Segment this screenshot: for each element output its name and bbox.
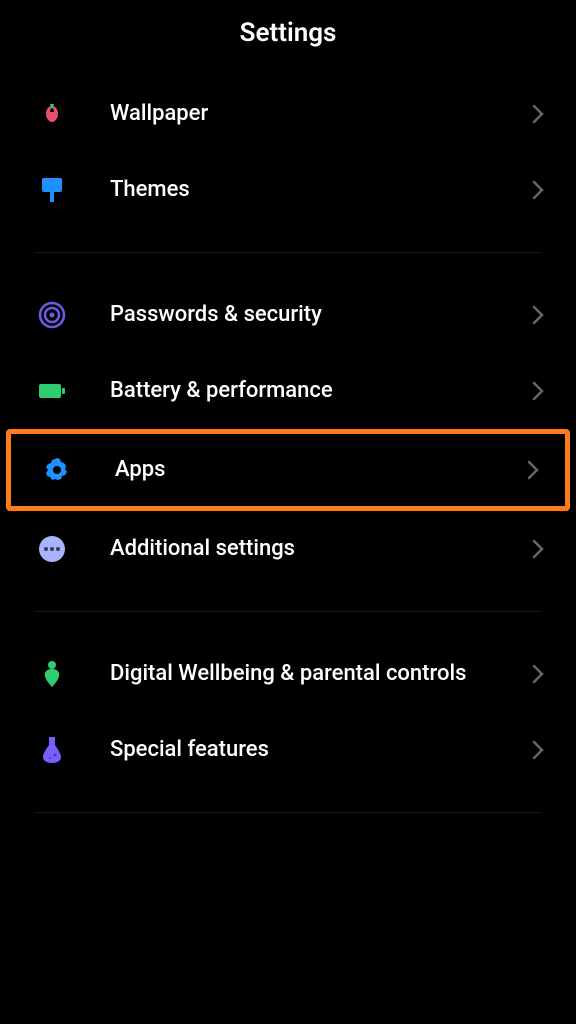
wellbeing-icon [36,658,68,690]
additional-label: Additional settings [110,535,532,564]
settings-item-battery[interactable]: Battery & performance [0,353,576,429]
special-label: Special features [110,736,532,765]
chevron-right-icon [532,539,544,559]
settings-item-wallpaper[interactable]: Wallpaper [0,76,576,152]
more-icon [36,533,68,565]
settings-item-wellbeing[interactable]: Digital Wellbeing & parental controls [0,636,576,712]
themes-icon [36,174,68,206]
section-divider [36,812,540,813]
settings-section-2: Passwords & security Battery & performan… [0,277,576,587]
flask-icon [36,734,68,766]
settings-item-special[interactable]: Special features [0,712,576,788]
chevron-right-icon [532,381,544,401]
section-divider [36,252,540,253]
settings-section-3: Digital Wellbeing & parental controls Sp… [0,636,576,788]
highlight-annotation: Apps [6,429,570,511]
wallpaper-icon [36,98,68,130]
settings-item-apps[interactable]: Apps [11,434,565,506]
section-divider [36,611,540,612]
chevron-right-icon [532,305,544,325]
page-title: Settings [0,18,576,48]
gear-icon [41,454,73,486]
chevron-right-icon [532,664,544,684]
chevron-right-icon [527,460,539,480]
chevron-right-icon [532,740,544,760]
settings-item-themes[interactable]: Themes [0,152,576,228]
themes-label: Themes [110,176,532,205]
settings-section-1: Wallpaper Themes [0,76,576,228]
battery-icon [36,375,68,407]
fingerprint-icon [36,299,68,331]
wellbeing-label: Digital Wellbeing & parental controls [110,660,532,689]
wallpaper-label: Wallpaper [110,100,532,129]
settings-item-additional[interactable]: Additional settings [0,511,576,587]
apps-label: Apps [115,456,527,485]
chevron-right-icon [532,104,544,124]
chevron-right-icon [532,180,544,200]
page-header: Settings [0,0,576,76]
security-label: Passwords & security [110,301,532,330]
battery-label: Battery & performance [110,377,532,406]
settings-item-security[interactable]: Passwords & security [0,277,576,353]
